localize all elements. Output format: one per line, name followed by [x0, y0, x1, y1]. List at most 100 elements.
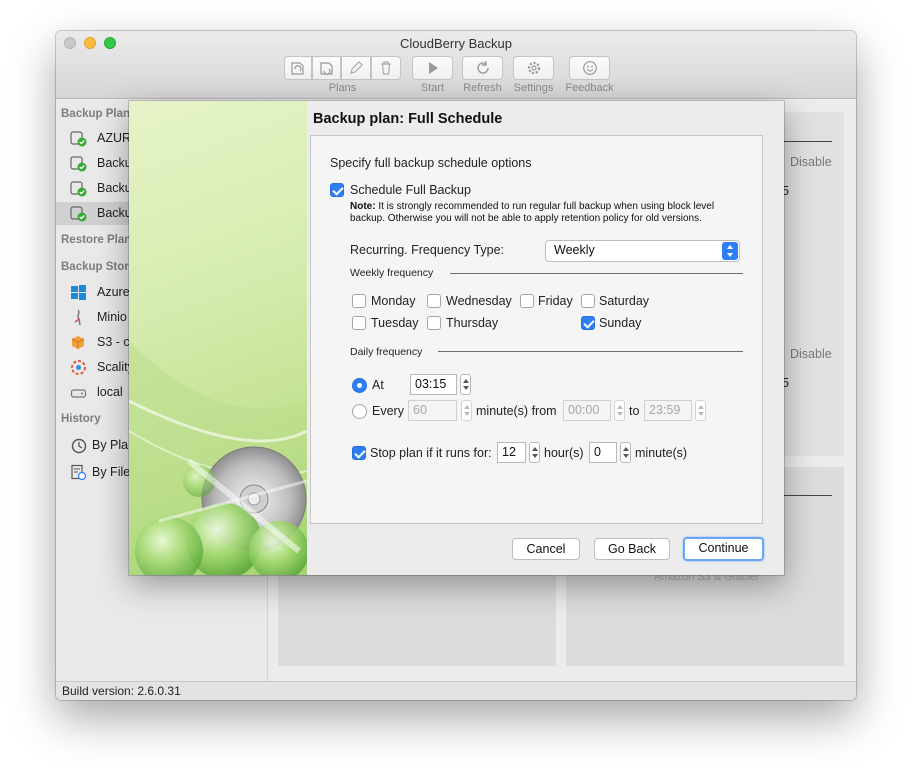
- every-minutes-stepper[interactable]: [461, 400, 472, 421]
- schedule-options-box: Specify full backup schedule options Sch…: [310, 135, 763, 524]
- minutes-label: minute(s): [635, 446, 688, 460]
- to-time-stepper[interactable]: [695, 400, 706, 421]
- stop-minutes-stepper[interactable]: [620, 442, 631, 463]
- disable-link[interactable]: Disable: [790, 347, 832, 361]
- continue-button[interactable]: Continue: [683, 537, 764, 561]
- refresh-button[interactable]: [462, 56, 503, 80]
- go-back-button[interactable]: Go Back: [594, 538, 670, 560]
- thursday-label: Thursday: [446, 316, 499, 330]
- to-time-field[interactable]: 23:59: [644, 400, 692, 421]
- tuesday-checkbox[interactable]: [352, 316, 366, 330]
- chevron-updown-icon: [722, 242, 738, 260]
- panel-separator: [778, 495, 832, 496]
- feedback-label: Feedback: [565, 82, 614, 94]
- backup-plan-ok-icon: [70, 206, 87, 222]
- restore-plans-header: Restore Plans: [61, 234, 138, 246]
- at-radio[interactable]: [352, 378, 367, 393]
- minutes-from-label: minute(s) from: [476, 404, 557, 418]
- play-icon: [428, 62, 438, 74]
- friday-label: Friday: [538, 294, 573, 308]
- stop-plan-checkbox[interactable]: [352, 446, 366, 460]
- dialog-title: Backup plan: Full Schedule: [313, 111, 503, 127]
- windows-azure-icon: [71, 285, 86, 300]
- new-backup-icon: [291, 62, 304, 75]
- friday-checkbox[interactable]: [520, 294, 534, 308]
- frequency-type-select[interactable]: Weekly: [545, 240, 740, 262]
- at-label: At: [372, 378, 384, 392]
- backup-plan-ok-icon: [70, 156, 87, 172]
- backup-disc-illustration: [129, 341, 307, 575]
- note-text: Note: It is strongly recommended to run …: [350, 201, 745, 225]
- saturday-checkbox[interactable]: [581, 294, 595, 308]
- file-history-icon: [71, 464, 87, 481]
- wednesday-label: Wednesday: [446, 294, 512, 308]
- stop-hours-stepper[interactable]: [529, 442, 540, 463]
- new-restore-plan-button[interactable]: [312, 56, 341, 80]
- trash-icon: [381, 61, 391, 75]
- at-time-field[interactable]: 03:15: [410, 374, 457, 395]
- settings-button[interactable]: [513, 56, 554, 80]
- stop-plan-label: Stop plan if it runs for:: [370, 446, 492, 460]
- monday-checkbox[interactable]: [352, 294, 366, 308]
- refresh-label: Refresh: [463, 82, 502, 94]
- hours-label: hour(s): [544, 446, 584, 460]
- intro-text: Specify full backup schedule options: [330, 156, 532, 170]
- refresh-icon: [476, 61, 489, 74]
- edit-plan-button[interactable]: [341, 56, 371, 80]
- sidebar-item-label: Azure: [97, 285, 130, 299]
- local-disk-icon: [70, 389, 87, 398]
- schedule-full-backup-label: Schedule Full Backup: [350, 183, 471, 197]
- disable-link[interactable]: Disable: [790, 155, 832, 169]
- thursday-checkbox[interactable]: [427, 316, 441, 330]
- every-label: Every: [372, 404, 404, 418]
- history-header: History: [61, 413, 101, 425]
- scality-icon: [71, 360, 86, 375]
- weekly-separator: [450, 273, 743, 274]
- to-label: to: [629, 404, 640, 418]
- s3-icon: [71, 336, 85, 349]
- daily-frequency-label: Daily frequency: [350, 346, 423, 358]
- backup-plans-header: Backup Plans: [61, 108, 137, 120]
- start-label: Start: [420, 82, 445, 94]
- feedback-button[interactable]: [569, 56, 610, 80]
- cancel-button[interactable]: Cancel: [512, 538, 580, 560]
- every-radio[interactable]: [352, 404, 367, 419]
- note-label: Note:: [350, 201, 376, 212]
- panel-separator: [778, 141, 832, 142]
- pencil-icon: [350, 61, 363, 74]
- schedule-full-backup-checkbox[interactable]: [330, 183, 344, 197]
- recurring-label: Recurring. Frequency Type:: [350, 243, 505, 257]
- full-schedule-dialog: Backup plan: Full Schedule Specify full …: [129, 101, 784, 575]
- at-time-stepper[interactable]: [460, 374, 471, 395]
- sidebar-item-label: Minio: [97, 310, 127, 324]
- window-title: CloudBerry Backup: [400, 36, 512, 51]
- backup-plan-ok-icon: [70, 181, 87, 197]
- status-bar: Build version: 2.6.0.31: [56, 681, 856, 700]
- delete-plan-button[interactable]: [371, 56, 401, 80]
- sunday-label: Sunday: [599, 316, 642, 330]
- minio-icon: [74, 309, 81, 326]
- sidebar-item-label: By File: [92, 465, 131, 479]
- settings-label: Settings: [513, 82, 554, 94]
- daily-separator: [438, 351, 743, 352]
- backup-plan-ok-icon: [70, 131, 87, 147]
- gear-icon: [527, 61, 540, 75]
- sidebar-item-label: S3 - c: [97, 335, 130, 349]
- start-button[interactable]: [412, 56, 453, 80]
- wednesday-checkbox[interactable]: [427, 294, 441, 308]
- new-restore-icon: [319, 62, 333, 75]
- stop-hours-field[interactable]: 12: [497, 442, 526, 463]
- stop-minutes-field[interactable]: 0: [589, 442, 617, 463]
- sidebar-item-label: local: [97, 385, 123, 399]
- smiley-icon: [582, 61, 597, 75]
- title-bar: CloudBerry Backup Plans Start Refresh Se…: [56, 31, 856, 99]
- sunday-checkbox[interactable]: [581, 316, 595, 330]
- every-minutes-field[interactable]: 60: [408, 400, 457, 421]
- from-time-field[interactable]: 00:00: [563, 400, 611, 421]
- plans-label: Plans: [328, 82, 357, 94]
- new-backup-plan-button[interactable]: [284, 56, 312, 80]
- from-time-stepper[interactable]: [614, 400, 625, 421]
- tuesday-label: Tuesday: [371, 316, 419, 330]
- note-body: It is strongly recommended to run regula…: [350, 201, 715, 224]
- weekly-frequency-label: Weekly frequency: [350, 267, 434, 279]
